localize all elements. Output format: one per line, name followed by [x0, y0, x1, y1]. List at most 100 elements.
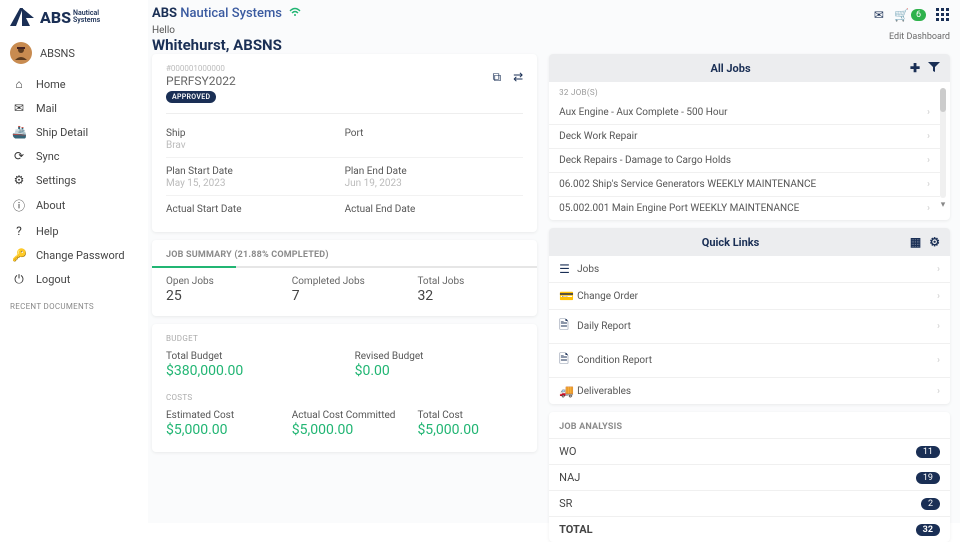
- revised-budget-label: Revised Budget: [355, 351, 524, 362]
- field-plan-end: Plan End DateJun 19, 2023: [345, 160, 524, 196]
- nav-mail-label: Mail: [36, 102, 57, 115]
- job-item[interactable]: Deck Repairs - Damage to Cargo Holds ›: [549, 149, 940, 173]
- edit-dashboard-link[interactable]: Edit Dashboard: [889, 32, 950, 42]
- gear-icon: ⚙: [12, 173, 26, 187]
- ship-label: Ship: [166, 128, 345, 139]
- ja-sr-count: 2: [921, 498, 940, 510]
- ql-deliverables[interactable]: 🚚Deliverables›: [549, 378, 950, 404]
- estimated-cost-label: Estimated Cost: [166, 410, 272, 421]
- ql-label: Condition Report: [577, 355, 652, 366]
- plan-id: #000001000000: [166, 64, 523, 73]
- actual-cost-value: $5,000.00: [292, 422, 398, 438]
- plan-card-actions: ⧉ ⇄: [493, 70, 524, 85]
- progress-bar: [152, 266, 537, 268]
- total-cost-label: Total Cost: [417, 410, 523, 421]
- recent-documents-header: RECENT DOCUMENTS: [0, 292, 140, 321]
- nav-home[interactable]: ⌂Home: [0, 72, 140, 96]
- user-name: Whitehurst, ABSNS: [152, 36, 301, 54]
- job-item[interactable]: 05.002.001 Main Engine Port WEEKLY MAINT…: [549, 197, 940, 220]
- aed-label: Actual End Date: [345, 204, 524, 215]
- page-brand: ABS Nautical Systems: [152, 6, 301, 21]
- add-job-icon[interactable]: ✚: [910, 61, 920, 75]
- total-jobs: Total Jobs32: [417, 276, 523, 304]
- brand-logo: ABS NauticalSystems: [0, 6, 140, 34]
- ql-condition-report[interactable]: 🗎Condition Report›: [549, 344, 950, 378]
- ql-jobs[interactable]: ☰Jobs›: [549, 256, 950, 283]
- sync-icon: ⟳: [12, 149, 26, 163]
- ped-label: Plan End Date: [345, 166, 524, 177]
- job-count: 32 JOB(S): [549, 82, 940, 101]
- scrollbar[interactable]: [940, 88, 946, 198]
- grid-view-icon[interactable]: ▦: [910, 235, 921, 249]
- nav-settings[interactable]: ⚙ Settings: [0, 168, 140, 192]
- actual-cost-label: Actual Cost Committed: [292, 410, 398, 421]
- avatar-icon: [10, 42, 32, 64]
- swap-icon[interactable]: ⇄: [513, 70, 523, 85]
- field-plan-start: Plan Start DateMay 15, 2023: [166, 160, 345, 196]
- document-icon: 🗎: [559, 350, 577, 371]
- total-budget-value: $380,000.00: [166, 363, 335, 379]
- ja-total-label: TOTAL: [559, 523, 592, 536]
- nav-help[interactable]: ?Help: [0, 219, 140, 243]
- help-icon: ?: [12, 224, 26, 238]
- list-icon: ☰: [559, 262, 577, 276]
- job-item-label: 05.002.001 Main Engine Port WEEKLY MAINT…: [559, 203, 799, 214]
- chevron-down-icon[interactable]: ▾: [940, 200, 946, 210]
- scrollbar-thumb[interactable]: [940, 88, 946, 112]
- logout-icon: ⏻: [12, 272, 26, 287]
- total-cost-value: $5,000.00: [417, 422, 523, 438]
- chevron-right-icon: ›: [927, 107, 930, 118]
- avatar-row[interactable]: ABSNS: [0, 34, 140, 72]
- job-item-label: Deck Repairs - Damage to Cargo Holds: [559, 155, 731, 166]
- nav-ship-detail[interactable]: 🚢Ship Detail: [0, 120, 140, 144]
- nav-sync[interactable]: ⟳Sync: [0, 144, 140, 168]
- chevron-right-icon: ›: [927, 155, 930, 166]
- job-item[interactable]: Deck Work Repair›: [549, 125, 940, 149]
- copy-icon[interactable]: ⧉: [493, 70, 502, 85]
- brand-name: ABS: [40, 8, 71, 27]
- nav-list: ⌂Home ✉Mail 🚢Ship Detail ⟳Sync ⚙ Settings…: [0, 72, 140, 292]
- quick-links-list: ☰Jobs› 💳Change Order› 🗎Daily Report› 🗎Co…: [549, 256, 950, 404]
- plan-name: PERFSY2022: [166, 74, 523, 88]
- cart-button[interactable]: 🛒6: [894, 8, 926, 22]
- nav-change-password[interactable]: 🔑 Change Password: [0, 243, 140, 267]
- nav-mail[interactable]: ✉Mail: [0, 96, 140, 120]
- port-label: Port: [345, 128, 524, 139]
- sidebar: ABS NauticalSystems ABSNS ⌂Home ✉Mail 🚢S…: [0, 0, 140, 523]
- plan-card: ⧉ ⇄ #000001000000 PERFSY2022 APPROVED Sh…: [152, 54, 537, 232]
- mail-icon[interactable]: ✉: [874, 8, 884, 22]
- filter-icon[interactable]: [928, 61, 940, 76]
- job-item[interactable]: 06.002 Ship's Service Generators WEEKLY …: [549, 173, 940, 197]
- nav-chpw-label: Change Password: [36, 249, 125, 262]
- key-icon: 🔑: [12, 248, 26, 262]
- job-item[interactable]: Aux Engine - Aux Complete - 500 Hour ›: [549, 101, 940, 125]
- ja-naj[interactable]: NAJ19: [549, 464, 950, 490]
- brand-sub: NauticalSystems: [73, 10, 100, 24]
- quick-links-title: Quick Links: [559, 236, 902, 249]
- progress-fill: [152, 266, 236, 268]
- psd-label: Plan Start Date: [166, 166, 345, 177]
- job-list: 32 JOB(S) Aux Engine - Aux Complete - 50…: [549, 82, 940, 220]
- field-actual-start: Actual Start Date: [166, 198, 345, 222]
- chevron-right-icon: ›: [937, 264, 940, 275]
- cart-count: 6: [911, 9, 926, 21]
- nav-about[interactable]: ⓘAbout: [0, 192, 140, 219]
- settings-icon[interactable]: ⚙: [929, 235, 940, 249]
- ship-value: Brav: [166, 140, 345, 151]
- field-port: Port: [345, 122, 524, 158]
- quick-links-header: Quick Links ▦ ⚙: [549, 228, 950, 256]
- wifi-icon: [289, 7, 301, 20]
- ja-wo[interactable]: WO11: [549, 438, 950, 464]
- ql-change-order[interactable]: 💳Change Order›: [549, 283, 950, 310]
- ja-naj-count: 19: [916, 472, 940, 484]
- ql-daily-report[interactable]: 🗎Daily Report›: [549, 310, 950, 344]
- ja-sr[interactable]: SR2: [549, 490, 950, 516]
- completed-jobs-value: 7: [292, 288, 398, 304]
- quick-links-card: Quick Links ▦ ⚙ ☰Jobs› 💳Change Order› 🗎D…: [549, 228, 950, 404]
- psd-value: May 15, 2023: [166, 178, 345, 189]
- nav-settings-label: Settings: [36, 174, 76, 187]
- nav-logout[interactable]: ⏻Logout: [0, 267, 140, 292]
- apps-grid-icon[interactable]: [936, 8, 950, 22]
- brand-part2: Nautical Systems: [180, 6, 282, 21]
- job-item-label: Aux Engine - Aux Complete - 500 Hour: [559, 107, 727, 118]
